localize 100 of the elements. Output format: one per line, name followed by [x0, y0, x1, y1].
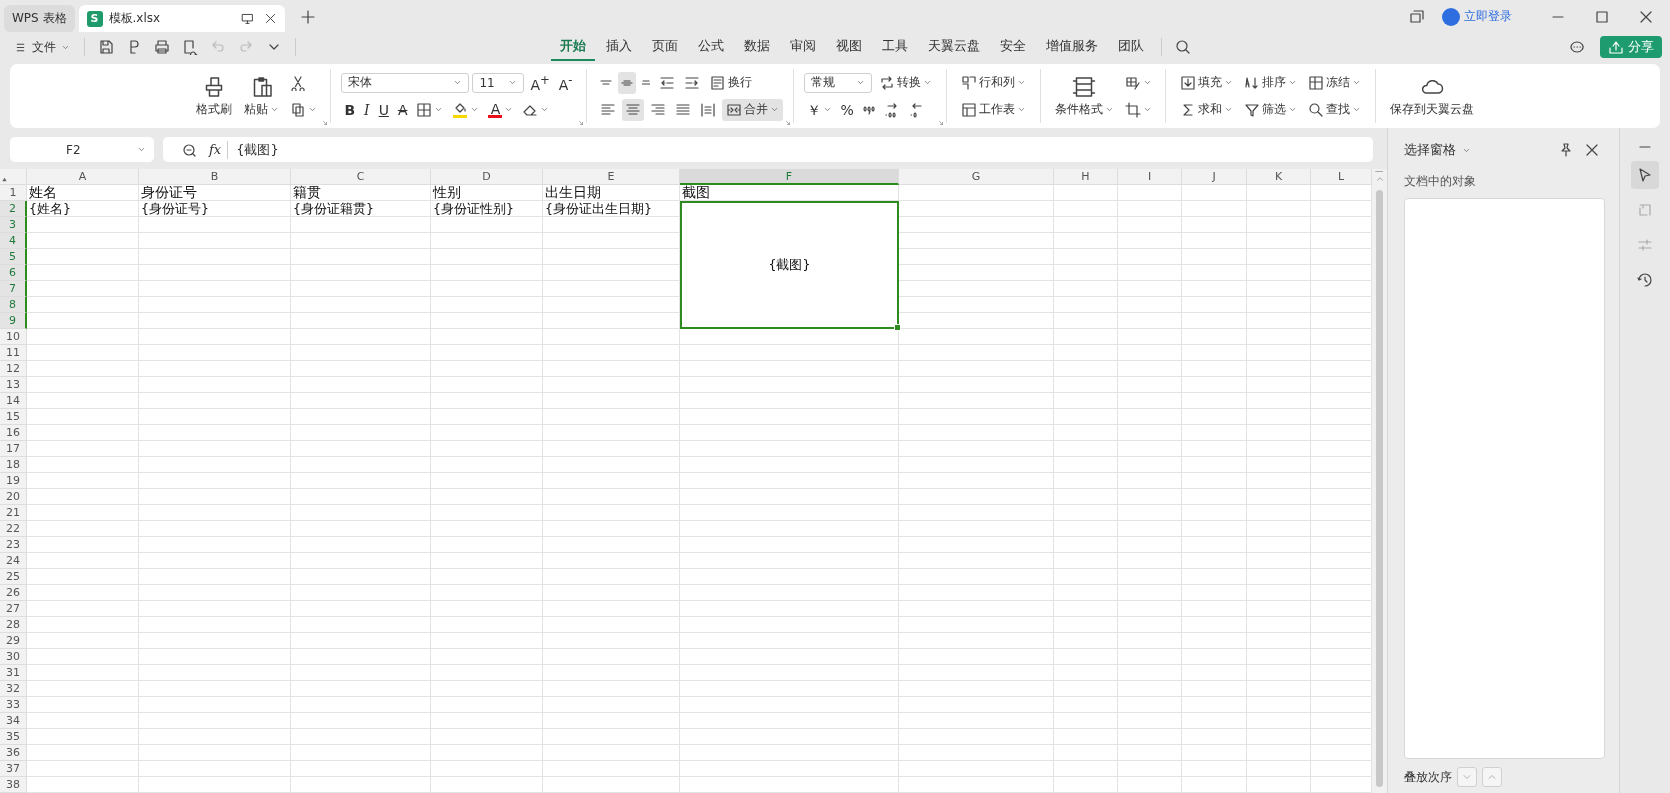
font-shrink-button[interactable]: A$^{-}$ [555, 71, 576, 94]
file-menu[interactable]: 文件 [8, 35, 76, 59]
row-header[interactable]: 26 [0, 585, 27, 601]
fill-down-button[interactable]: 填充 [1175, 71, 1237, 94]
row-header[interactable]: 5 [0, 249, 27, 265]
row-header[interactable]: 3 [0, 217, 27, 233]
document-tab[interactable]: S 模板.xlsx [78, 5, 285, 32]
row-header[interactable]: 18 [0, 457, 27, 473]
ribbon-tab[interactable]: 安全 [990, 33, 1035, 61]
worksheet-button[interactable]: 工作表 [956, 98, 1030, 121]
ribbon-tab[interactable]: 插入 [596, 33, 641, 61]
row-header[interactable]: 27 [0, 601, 27, 617]
row-header[interactable]: 10 [0, 329, 27, 345]
row-header[interactable]: 30 [0, 649, 27, 665]
ribbon-tab[interactable]: 团队 [1108, 33, 1153, 61]
column-header[interactable]: H [1054, 169, 1118, 185]
row-header[interactable]: 8 [0, 297, 27, 313]
panel-title[interactable]: 选择窗格 [1404, 141, 1471, 159]
row-header[interactable]: 29 [0, 633, 27, 649]
underline-button[interactable]: U [375, 98, 392, 121]
row-header[interactable]: 23 [0, 537, 27, 553]
function-button[interactable]: fx [209, 142, 222, 157]
row-header[interactable]: 7 [0, 281, 27, 297]
row-header[interactable]: 2 [0, 201, 27, 217]
column-header[interactable]: J [1182, 169, 1247, 185]
row-header[interactable]: 37 [0, 761, 27, 777]
row-header[interactable]: 9 [0, 313, 27, 329]
cloud-save-button[interactable]: 保存到天翼云盘 [1385, 73, 1478, 119]
row-header[interactable]: 1 [0, 185, 27, 201]
scroll-thumb[interactable] [1376, 190, 1383, 787]
dialog-launcher-icon[interactable] [783, 119, 792, 127]
ribbon-tab[interactable]: 视图 [826, 33, 871, 61]
paste-button[interactable]: 粘贴 [240, 73, 284, 119]
row-header[interactable]: 13 [0, 377, 27, 393]
align-center-button[interactable] [621, 98, 644, 121]
ribbon-tab[interactable]: 天翼云盘 [918, 33, 989, 61]
column-header[interactable]: C [291, 169, 431, 185]
column-header[interactable]: A [27, 169, 139, 185]
row-header[interactable]: 35 [0, 729, 27, 745]
login-link[interactable]: 立即登录 [1464, 8, 1512, 25]
bold-button[interactable]: B [341, 98, 359, 121]
convert-button[interactable]: 转换 [874, 71, 936, 94]
filter-button[interactable]: 筛选 [1239, 98, 1301, 121]
freeze-button[interactable]: 冻结 [1303, 71, 1365, 94]
fill-handle[interactable] [894, 324, 901, 331]
ribbon-tab[interactable]: 页面 [642, 33, 687, 61]
row-header[interactable]: 25 [0, 569, 27, 585]
row-header[interactable]: 31 [0, 665, 27, 681]
align-middle-button[interactable] [617, 71, 636, 94]
font-name-dropdown[interactable]: 宋体 [341, 72, 470, 93]
ribbon-tab[interactable]: 开始 [550, 33, 595, 61]
row-header[interactable]: 14 [0, 393, 27, 409]
row-header[interactable]: 17 [0, 441, 27, 457]
currency-button[interactable]: ￥ [803, 98, 835, 121]
pointer-button[interactable] [1631, 161, 1659, 189]
row-header[interactable]: 28 [0, 617, 27, 633]
number-format-dropdown[interactable]: 常规 [803, 72, 872, 93]
font-size-dropdown[interactable]: 11 [472, 72, 525, 93]
column-header[interactable]: I [1118, 169, 1182, 185]
find-button[interactable]: 查找 [1303, 98, 1365, 121]
column-header[interactable]: B [139, 169, 291, 185]
formula-input[interactable]: {截图} [234, 140, 279, 159]
font-color-button[interactable]: A [485, 98, 517, 121]
column-header[interactable]: F [680, 169, 899, 185]
row-header[interactable]: 24 [0, 553, 27, 569]
column-header[interactable]: E [543, 169, 680, 185]
row-header[interactable]: 32 [0, 681, 27, 697]
wrap-button[interactable]: 换行 [705, 71, 756, 94]
row-header[interactable]: 36 [0, 745, 27, 761]
ribbon-tab[interactable]: 审阅 [780, 33, 825, 61]
row-header[interactable]: 20 [0, 489, 27, 505]
row-header[interactable]: 16 [0, 425, 27, 441]
monitor-icon[interactable] [240, 12, 254, 25]
ribbon-tab[interactable]: 工具 [872, 33, 917, 61]
percent-button[interactable]: % [837, 98, 857, 121]
ribbon-tab[interactable]: 公式 [688, 33, 733, 61]
dialog-launcher-icon[interactable] [576, 119, 585, 127]
merge-button[interactable]: 合并 [721, 98, 783, 121]
format-painter-button[interactable]: 格式刷 [192, 73, 237, 119]
row-header[interactable]: 38 [0, 777, 27, 793]
font-grow-button[interactable]: A$^{+}$ [527, 71, 553, 94]
row-header[interactable]: 4 [0, 233, 27, 249]
rows-columns-button[interactable]: 行和列 [956, 71, 1030, 94]
row-header[interactable]: 15 [0, 409, 27, 425]
row-header[interactable]: 22 [0, 521, 27, 537]
document-tab[interactable]: WPS 表格 [4, 5, 75, 32]
name-box[interactable]: F2 [10, 137, 154, 162]
dialog-launcher-icon[interactable] [936, 119, 945, 127]
scrollbar[interactable] [1372, 169, 1387, 793]
row-header[interactable]: 21 [0, 505, 27, 521]
italic-button[interactable]: I [361, 98, 373, 121]
sum-button[interactable]: 求和 [1175, 98, 1237, 121]
avatar-icon[interactable] [1442, 7, 1460, 26]
column-header[interactable]: D [431, 169, 543, 185]
zoom-icon[interactable] [181, 141, 197, 158]
column-header[interactable]: K [1247, 169, 1311, 185]
column-header[interactable]: L [1311, 169, 1372, 185]
sort-button[interactable]: 排序 [1239, 71, 1301, 94]
dialog-launcher-icon[interactable] [321, 119, 330, 127]
row-header[interactable]: 11 [0, 345, 27, 361]
